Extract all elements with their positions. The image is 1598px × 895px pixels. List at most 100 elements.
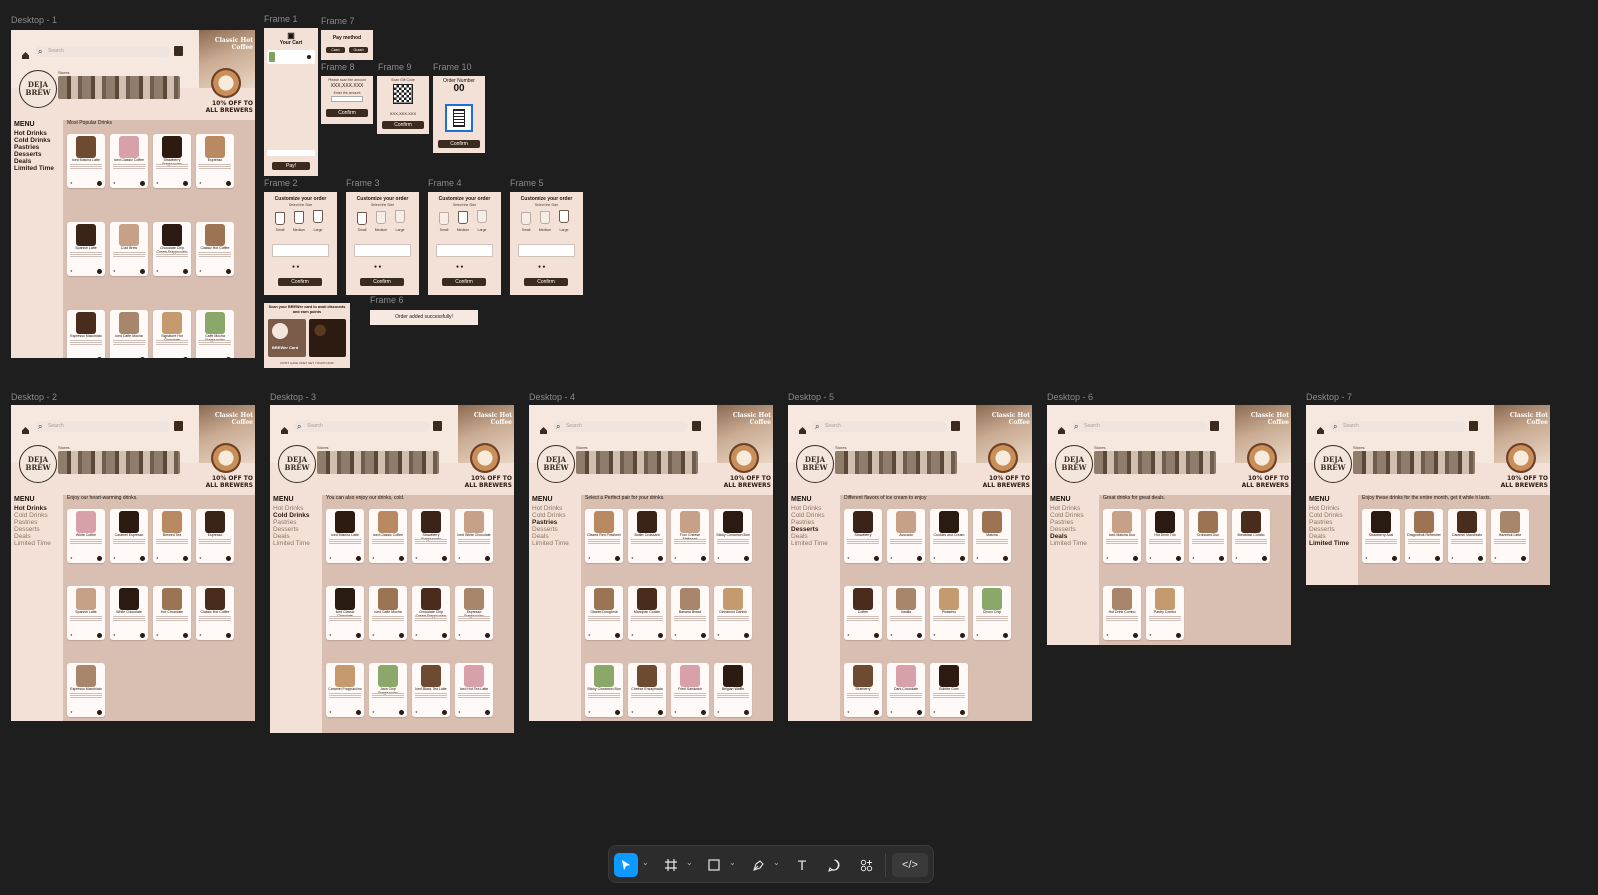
sidebar-item-desserts[interactable]: Desserts	[273, 526, 299, 533]
quantity-stepper[interactable]: ● ●	[292, 264, 299, 270]
frame-customize-order[interactable]: Customize your order Select the Size Small…	[510, 192, 583, 295]
product-card[interactable]: Iced Matcha Latte ★	[67, 134, 105, 188]
product-card[interactable]: Caramel Espresso ★	[110, 509, 148, 563]
product-card[interactable]: Caffe Mocha Frappuccino★	[196, 310, 234, 358]
sidebar-item-desserts[interactable]: Desserts	[14, 526, 40, 533]
size-option-large[interactable]	[395, 210, 405, 223]
confirm-button[interactable]: Confirm	[326, 109, 368, 117]
frame-label-desktop-5[interactable]: Desktop - 5	[788, 392, 834, 402]
add-to-cart-button[interactable]	[960, 710, 965, 715]
add-to-cart-button[interactable]	[615, 710, 620, 715]
add-to-cart-button[interactable]	[183, 556, 188, 561]
frame-label-desktop-2[interactable]: Desktop - 2	[11, 392, 57, 402]
text-tool[interactable]: T	[791, 853, 813, 877]
product-card[interactable]: Brewed Tea ★	[153, 509, 191, 563]
actions-tool[interactable]	[855, 853, 877, 877]
search-input[interactable]: ⌕ Search	[553, 421, 688, 432]
sidebar-item-cold-drinks[interactable]: Cold Drinks	[791, 512, 825, 519]
product-card[interactable]: Butter Croissant ★	[628, 509, 666, 563]
sidebar-item-deals[interactable]: Deals	[273, 533, 290, 540]
product-card[interactable]: Espresso ★	[196, 509, 234, 563]
home-icon[interactable]	[280, 422, 289, 434]
product-card[interactable]: Spanish Latte ★	[67, 222, 105, 276]
frame-label-desktop-7[interactable]: Desktop - 7	[1306, 392, 1352, 402]
product-card[interactable]: Strawberry ★	[844, 509, 882, 563]
add-to-cart-button[interactable]	[1133, 633, 1138, 638]
move-tool[interactable]	[614, 853, 638, 877]
product-card[interactable]: Cookies and Cream ★	[930, 509, 968, 563]
sidebar-item-pastries[interactable]: Pastries	[791, 519, 814, 526]
add-to-cart-button[interactable]	[1219, 556, 1224, 561]
sidebar-item-desserts[interactable]: Desserts	[1309, 526, 1335, 533]
product-card[interactable]: Coffee ★	[844, 586, 882, 640]
frame-label-desktop-6[interactable]: Desktop - 6	[1047, 392, 1093, 402]
add-to-cart-button[interactable]	[183, 357, 188, 358]
sidebar-item-pastries[interactable]: Pastries	[14, 519, 37, 526]
add-to-cart-button[interactable]	[1176, 556, 1181, 561]
product-card[interactable]: Caramel Macchiato ★	[1448, 509, 1486, 563]
product-card[interactable]: Iced Matcha Latte ★	[326, 509, 364, 563]
sidebar-item-deals[interactable]: Deals	[1050, 533, 1067, 540]
product-card[interactable]: Four Cheese Flatbread★	[671, 509, 709, 563]
cart-icon[interactable]	[1469, 421, 1478, 431]
sidebar-item-cold-drinks[interactable]: Cold Drinks	[1309, 512, 1343, 519]
add-to-cart-button[interactable]	[658, 710, 663, 715]
order-notes-input[interactable]	[272, 244, 329, 257]
frame-label-frame-4[interactable]: Frame 4	[428, 178, 462, 188]
pen-tool[interactable]	[747, 853, 769, 877]
brewer-card[interactable]: BREWer Card	[268, 319, 306, 357]
product-card[interactable]: Strawberry Acai ★	[1362, 509, 1400, 563]
sidebar-item-hot-drinks[interactable]: Hot Drinks	[14, 130, 47, 137]
add-to-cart-button[interactable]	[356, 556, 361, 561]
product-card[interactable]: Pastry Combo ★	[1146, 586, 1184, 640]
product-card[interactable]: Cold Brew ★	[110, 222, 148, 276]
sidebar-item-hot-drinks[interactable]: Hot Drinks	[1050, 505, 1080, 512]
confirm-button[interactable]: Confirm	[442, 278, 486, 286]
product-card[interactable]: Cheese Ensaymada ★	[628, 663, 666, 717]
frame-label-frame-6[interactable]: Frame 6	[370, 295, 404, 305]
product-card[interactable]: Iced Classic Chocolate★	[326, 586, 364, 640]
product-card[interactable]: Java Chip Frappuccino★	[369, 663, 407, 717]
desktop-frame-5[interactable]: ⌕ Search Classic Hot Coffee 10% OFF TO ALL …	[788, 405, 1032, 721]
sidebar-item-hot-drinks[interactable]: Hot Drinks	[1309, 505, 1339, 512]
desktop-frame-6[interactable]: ⌕ Search Classic Hot Coffee 10% OFF TO ALL …	[1047, 405, 1291, 645]
size-option-small[interactable]	[275, 212, 285, 225]
add-to-cart-button[interactable]	[960, 633, 965, 638]
sidebar-item-pastries[interactable]: Pastries	[14, 144, 39, 151]
product-card[interactable]: Pistachio ★	[930, 586, 968, 640]
home-icon[interactable]	[539, 422, 548, 434]
add-to-cart-button[interactable]	[658, 633, 663, 638]
deja-brew-logo[interactable]: DEJA BREW	[537, 445, 575, 483]
search-input[interactable]: ⌕ Search	[1071, 421, 1206, 432]
order-notes-input[interactable]	[354, 244, 411, 257]
frame-label-desktop-3[interactable]: Desktop - 3	[270, 392, 316, 402]
search-input[interactable]: ⌕ Search	[35, 421, 170, 432]
cart-icon[interactable]	[433, 421, 442, 431]
sidebar-item-desserts[interactable]: Desserts	[1050, 526, 1076, 533]
sidebar-item-cold-drinks[interactable]: Cold Drinks	[273, 512, 309, 519]
product-card[interactable]: Signature Hot Chocolate★	[153, 310, 191, 358]
add-to-cart-button[interactable]	[701, 633, 706, 638]
amount-input[interactable]	[331, 96, 363, 102]
frame-label-frame-3[interactable]: Frame 3	[346, 178, 380, 188]
sidebar-item-pastries[interactable]: Pastries	[532, 519, 557, 526]
frame-cart[interactable]: ▣ Your Cart Pay!	[264, 28, 318, 176]
add-to-cart-button[interactable]	[744, 633, 749, 638]
frame-label-frame-2[interactable]: Frame 2	[264, 178, 298, 188]
add-to-cart-button[interactable]	[442, 710, 447, 715]
add-to-cart-button[interactable]	[615, 633, 620, 638]
product-card[interactable]: Fried Sandwich ★	[671, 663, 709, 717]
frame-pay-method[interactable]: Pay method Cash Gcash	[321, 30, 373, 60]
home-icon[interactable]	[21, 47, 30, 59]
add-to-cart-button[interactable]	[183, 633, 188, 638]
quantity-stepper[interactable]: ● ●	[374, 264, 381, 270]
sidebar-item-cold-drinks[interactable]: Cold Drinks	[14, 137, 50, 144]
sidebar-item-deals[interactable]: Deals	[532, 533, 549, 540]
product-card[interactable]: Hazelnut Latte ★	[1491, 509, 1529, 563]
add-to-cart-button[interactable]	[917, 556, 922, 561]
add-to-cart-button[interactable]	[917, 710, 922, 715]
deja-brew-logo[interactable]: DEJA BREW	[19, 445, 57, 483]
deja-brew-logo[interactable]: DEJA BREW	[1314, 445, 1352, 483]
add-to-cart-button[interactable]	[874, 710, 879, 715]
product-card[interactable]: Chocolate Chip Cream Frappuccino★	[153, 222, 191, 276]
